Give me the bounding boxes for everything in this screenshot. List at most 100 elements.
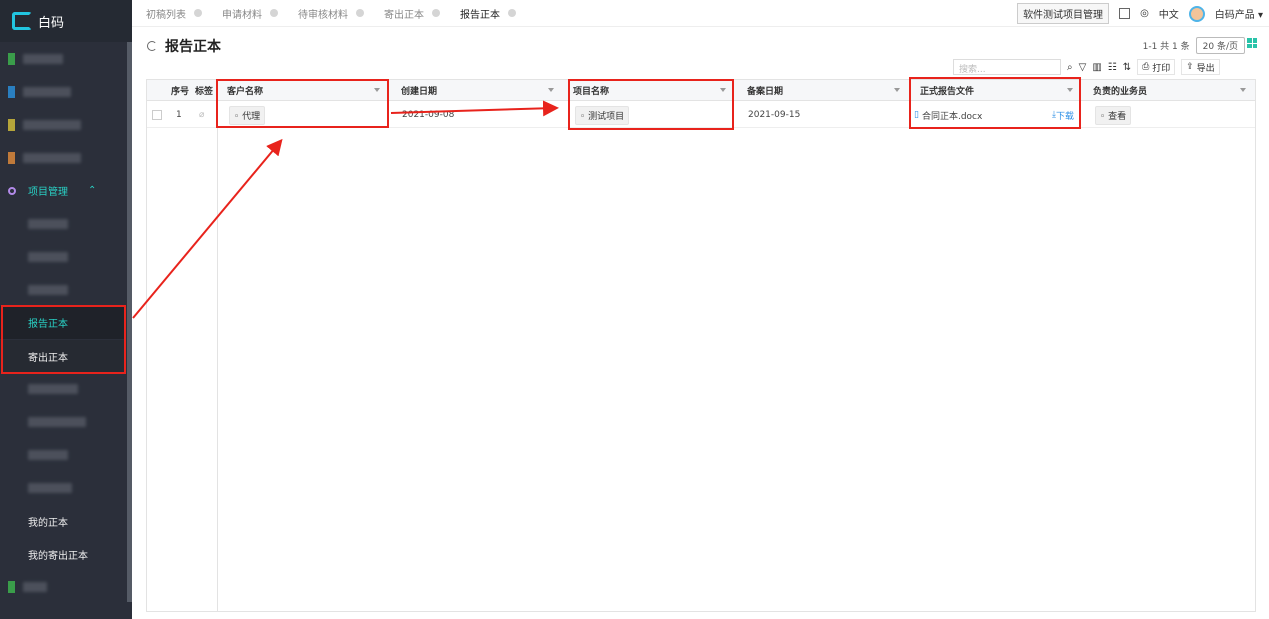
app-logo[interactable]: 白码 — [0, 0, 132, 42]
search-icon[interactable]: ⌕ — [1067, 62, 1073, 73]
sidebar-item-project-management[interactable]: 项目管理 ⌃ — [0, 174, 126, 207]
sort-icon[interactable]: ⇅ — [1123, 62, 1131, 73]
upload-icon: ⇪ — [1186, 62, 1194, 72]
logo-icon — [12, 12, 32, 30]
chevron-up-icon: ⌃ — [88, 185, 97, 196]
caret-down-icon[interactable] — [1240, 88, 1246, 95]
tag-icon[interactable]: ⌀ — [199, 102, 204, 128]
sidebar-item-blurred[interactable] — [0, 570, 126, 603]
tab-label: 初稿列表 — [146, 9, 186, 21]
search-input[interactable]: 搜索... — [953, 59, 1061, 75]
page-size-select[interactable]: 20 条/页 — [1195, 37, 1245, 54]
sidebar-item-blurred[interactable] — [0, 207, 126, 240]
chart-icon[interactable]: ▥ — [1092, 62, 1101, 73]
salesman-value: 查看 — [1108, 111, 1127, 122]
annotation-box-customer — [216, 79, 389, 128]
sidebar-scrollbar[interactable] — [127, 42, 132, 602]
blurred-label — [28, 218, 68, 229]
col-index: 序号 — [171, 87, 190, 97]
print-button[interactable]: ⎙ 打印 — [1137, 59, 1176, 75]
tab-label: 待审核材料 — [298, 9, 348, 21]
caret-down-icon[interactable] — [894, 88, 900, 95]
sidebar-label: 我的寄出正本 — [28, 551, 88, 562]
sidebar-item-blurred[interactable] — [0, 438, 126, 471]
frozen-column-divider — [217, 80, 218, 611]
print-label: 打印 — [1152, 63, 1171, 74]
tab-label: 寄出正本 — [384, 9, 424, 21]
sidebar-item-my-original[interactable]: 我的正本 — [0, 505, 126, 538]
salesman-tag[interactable]: ◦ 查看 — [1095, 105, 1132, 125]
caret-down-icon[interactable] — [548, 88, 554, 95]
filter-icon[interactable]: ▽ — [1079, 62, 1087, 73]
blurred-label — [28, 251, 68, 262]
col-label: 负责的业务员 — [1093, 87, 1148, 97]
close-icon[interactable] — [356, 9, 364, 17]
blurred-label — [28, 449, 68, 460]
close-icon[interactable] — [432, 9, 440, 17]
export-button[interactable]: ⇪ 导出 — [1181, 59, 1220, 75]
tab-application-materials[interactable]: 申请材料 — [222, 6, 278, 21]
sidebar-item-blurred[interactable] — [0, 240, 126, 273]
menu-icon — [8, 151, 15, 164]
col-label: 创建日期 — [401, 87, 438, 97]
tab-pending-review[interactable]: 待审核材料 — [298, 6, 364, 21]
data-table: 序号 标签 客户名称 创建日期 项目名称 备案日期 正式报告文件 负责的业务员 … — [146, 79, 1256, 612]
tab-draft-list[interactable]: 初稿列表 — [146, 6, 202, 21]
sidebar-label: 我的正本 — [28, 518, 68, 529]
blurred-label — [28, 284, 68, 295]
menu-icon — [8, 52, 15, 65]
sidebar-item-blurred[interactable] — [0, 471, 126, 504]
close-icon[interactable] — [194, 9, 202, 17]
sidebar-item-blurred[interactable] — [0, 273, 126, 306]
col-filed-date[interactable]: 备案日期 — [743, 80, 908, 101]
sidebar-item-blurred[interactable] — [0, 141, 126, 174]
menu-icon — [8, 580, 15, 593]
blurred-label — [23, 152, 81, 163]
top-right-controls: 软件测试项目管理 ◎ 中文 白码产品 ▾ — [1017, 0, 1263, 27]
blurred-label — [23, 119, 81, 130]
col-tag: 标签 — [195, 87, 214, 97]
circle-icon — [8, 186, 16, 195]
row-index: 1 — [176, 110, 182, 120]
user-menu[interactable]: 白码产品 ▾ — [1215, 6, 1263, 21]
blurred-label — [23, 581, 47, 592]
filed-date: 2021-09-15 — [748, 110, 801, 120]
tab-label: 报告正本 — [460, 9, 500, 21]
col-salesman[interactable]: 负责的业务员 — [1089, 80, 1254, 101]
printer-icon: ⎙ — [1142, 62, 1150, 72]
close-icon[interactable] — [270, 9, 278, 17]
settings-icon[interactable]: ☷ — [1108, 62, 1117, 73]
grid-view-icon[interactable] — [1247, 38, 1257, 48]
help-icon[interactable] — [1119, 8, 1131, 19]
blurred-label — [28, 416, 86, 427]
page-header: 报告正本 — [147, 36, 221, 56]
close-icon[interactable] — [508, 9, 516, 17]
blurred-label — [28, 383, 78, 394]
sidebar-label: 项目管理 — [28, 187, 68, 198]
app-name: 白码 — [38, 15, 65, 31]
avatar[interactable] — [1188, 5, 1205, 22]
tab-sent-original[interactable]: 寄出正本 — [384, 6, 440, 21]
page-title: 报告正本 — [165, 39, 221, 55]
project-switch-button[interactable]: 软件测试项目管理 — [1017, 3, 1110, 24]
sidebar-item-blurred[interactable] — [0, 372, 126, 405]
annotation-box-report-file — [909, 77, 1081, 129]
tab-report-original[interactable]: 报告正本 — [460, 6, 516, 21]
sidebar-item-blurred[interactable] — [0, 75, 126, 108]
refresh-icon[interactable] — [147, 41, 157, 51]
blurred-label — [28, 482, 72, 493]
export-label: 导出 — [1196, 63, 1215, 74]
sidebar-item-blurred[interactable] — [0, 405, 126, 438]
menu-icon — [8, 118, 15, 131]
col-created-date[interactable]: 创建日期 — [397, 80, 562, 101]
sidebar-item-blurred[interactable] — [0, 42, 126, 75]
language-switch[interactable]: 中文 — [1159, 6, 1179, 21]
annotation-box-sidebar — [1, 305, 126, 374]
sidebar-item-my-sent-original[interactable]: 我的寄出正本 — [0, 538, 126, 571]
row-checkbox[interactable] — [152, 110, 162, 120]
sidebar-item-blurred[interactable] — [0, 108, 126, 141]
blurred-label — [23, 53, 63, 64]
pagination: 1-1 共 1 条 20 条/页 — [1143, 37, 1245, 54]
tab-bar: 初稿列表 申请材料 待审核材料 寄出正本 报告正本 软件测试项目管理 ◎ 中文 … — [132, 0, 1269, 27]
globe-icon[interactable]: ◎ — [1140, 8, 1149, 19]
